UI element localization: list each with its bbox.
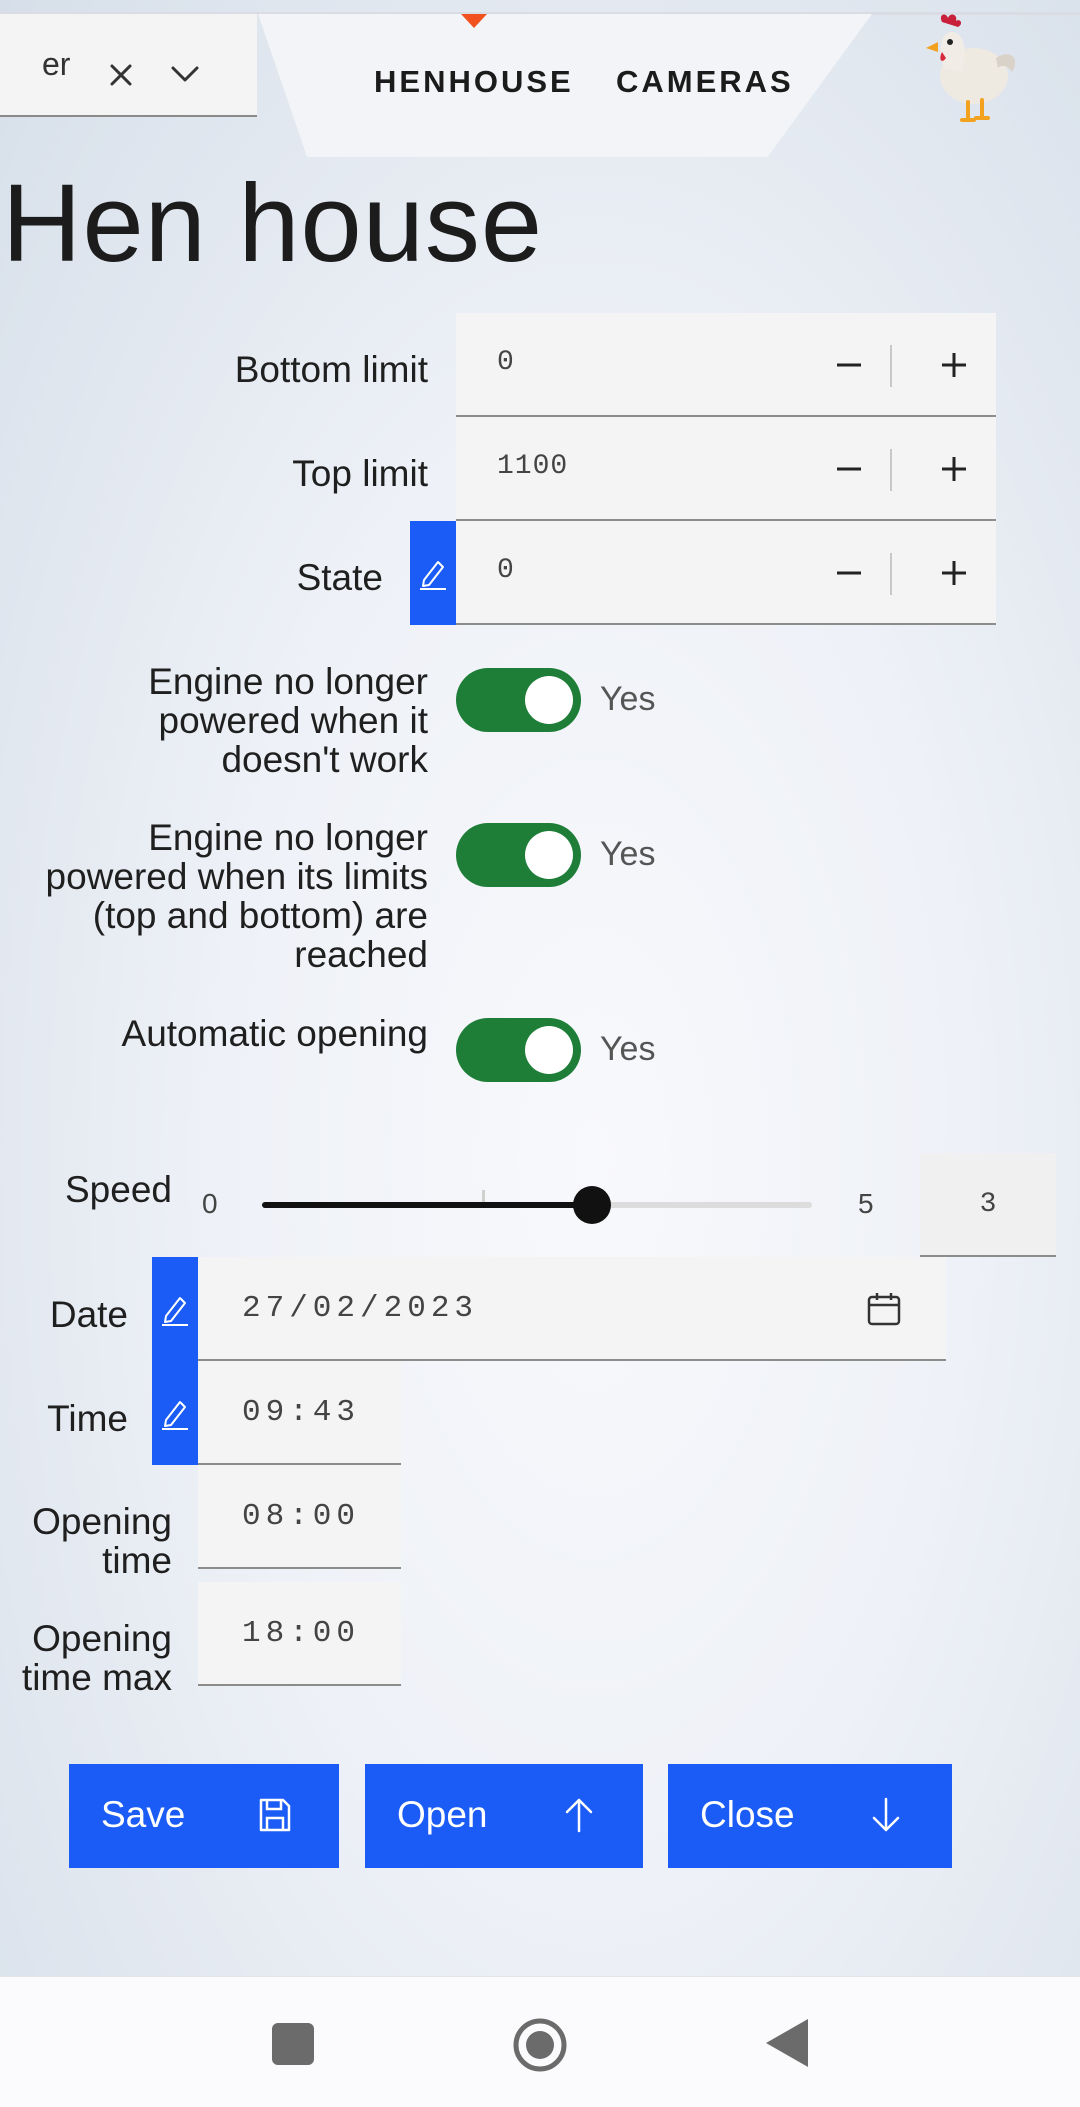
opening-time-max-field[interactable]: 18:00 bbox=[198, 1582, 401, 1686]
bottom-limit-value[interactable]: 0 bbox=[497, 347, 515, 378]
engine-fault-label: Engine no longer powered when it doesn't… bbox=[148, 661, 428, 780]
save-icon bbox=[259, 1798, 291, 1832]
time-field[interactable]: 09:43 bbox=[198, 1361, 401, 1465]
back-icon[interactable] bbox=[764, 2017, 810, 2069]
hen-logo bbox=[926, 14, 1016, 122]
opening-time-value: 08:00 bbox=[242, 1499, 361, 1534]
pencil-icon bbox=[420, 561, 446, 590]
speed-label: Speed bbox=[65, 1169, 172, 1210]
engine-limits-label: Engine no longer powered when its limits… bbox=[45, 817, 428, 975]
selector-value: er bbox=[42, 46, 70, 82]
stepper-divider bbox=[890, 449, 892, 491]
open-button[interactable]: Open bbox=[365, 1764, 643, 1868]
chevron-down-icon[interactable] bbox=[168, 60, 202, 88]
pencil-icon bbox=[162, 1297, 188, 1326]
bottom-limit-stepper: 0 bbox=[456, 313, 996, 417]
minus-icon[interactable] bbox=[821, 545, 877, 601]
system-nav-bar bbox=[0, 1976, 1080, 2107]
save-button[interactable]: Save bbox=[69, 1764, 339, 1868]
slider-max-label: 5 bbox=[858, 1188, 874, 1219]
calendar-icon[interactable] bbox=[866, 1291, 902, 1327]
time-edit-button[interactable] bbox=[152, 1361, 198, 1465]
date-field[interactable]: 27/02/2023 bbox=[198, 1257, 946, 1361]
opening-time-max-label: Opening time max bbox=[21, 1618, 172, 1698]
state-value[interactable]: 0 bbox=[497, 555, 515, 586]
page-title: Hen house bbox=[2, 162, 544, 285]
stepper-divider bbox=[890, 553, 892, 595]
opening-time-label: Opening time bbox=[32, 1501, 172, 1581]
toggle-knob bbox=[525, 676, 573, 724]
close-icon[interactable] bbox=[104, 58, 138, 92]
active-tab-indicator bbox=[461, 14, 487, 28]
minus-icon[interactable] bbox=[821, 441, 877, 497]
engine-fault-value: Yes bbox=[600, 680, 656, 718]
top-limit-value[interactable]: 1100 bbox=[497, 451, 568, 482]
automatic-opening-label: Automatic opening bbox=[121, 1013, 428, 1054]
plus-icon[interactable] bbox=[926, 337, 982, 393]
slider-min-label: 0 bbox=[202, 1188, 218, 1219]
plus-icon[interactable] bbox=[926, 441, 982, 497]
top-limit-stepper: 1100 bbox=[456, 417, 996, 521]
close-button-label: Close bbox=[700, 1794, 795, 1835]
minus-icon[interactable] bbox=[821, 337, 877, 393]
save-button-label: Save bbox=[101, 1794, 186, 1835]
time-value: 09:43 bbox=[242, 1395, 361, 1430]
home-icon[interactable] bbox=[512, 2017, 568, 2073]
engine-limits-toggle[interactable] bbox=[456, 823, 581, 887]
slider-tick bbox=[482, 1190, 485, 1202]
state-label: State bbox=[296, 557, 383, 598]
recent-apps-icon[interactable] bbox=[272, 2023, 314, 2065]
top-limit-label: Top limit bbox=[292, 453, 428, 494]
engine-limits-value: Yes bbox=[600, 835, 656, 873]
opening-time-max-value: 18:00 bbox=[242, 1616, 361, 1651]
tab-henhouse[interactable]: HENHOUSE bbox=[374, 64, 574, 100]
bottom-limit-label: Bottom limit bbox=[234, 349, 428, 390]
date-edit-button[interactable] bbox=[152, 1257, 198, 1361]
toggle-knob bbox=[525, 1026, 573, 1074]
speed-value-field[interactable]: 3 bbox=[920, 1153, 1056, 1257]
date-label: Date bbox=[49, 1294, 128, 1335]
state-stepper: 0 bbox=[456, 521, 996, 625]
pencil-icon bbox=[162, 1401, 188, 1430]
slider-fill bbox=[262, 1202, 592, 1208]
arrow-down-icon bbox=[872, 1797, 900, 1832]
opening-time-field[interactable]: 08:00 bbox=[198, 1465, 401, 1569]
stepper-divider bbox=[890, 345, 892, 387]
engine-fault-toggle[interactable] bbox=[456, 668, 581, 732]
state-edit-button[interactable] bbox=[410, 521, 456, 625]
toggle-knob bbox=[525, 831, 573, 879]
slider-thumb[interactable] bbox=[573, 1186, 611, 1224]
date-value: 27/02/2023 bbox=[242, 1291, 479, 1326]
plus-icon[interactable] bbox=[926, 545, 982, 601]
time-label: Time bbox=[47, 1398, 128, 1439]
speed-slider[interactable] bbox=[262, 1186, 812, 1224]
open-button-label: Open bbox=[397, 1794, 488, 1835]
automatic-opening-value: Yes bbox=[600, 1030, 656, 1068]
tab-cameras[interactable]: CAMERAS bbox=[616, 64, 794, 100]
house-selector[interactable]: er bbox=[0, 14, 257, 117]
close-button[interactable]: Close bbox=[668, 1764, 952, 1868]
automatic-opening-toggle[interactable] bbox=[456, 1018, 581, 1082]
arrow-up-icon bbox=[565, 1798, 593, 1833]
